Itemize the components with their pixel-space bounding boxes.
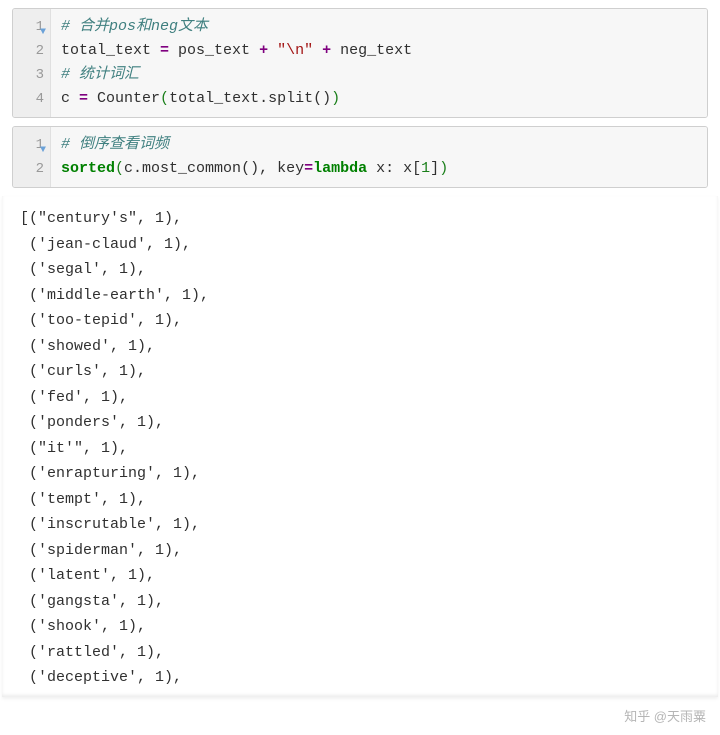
code-area: 1▼ 2 3 4 # 合并pos和neg文本 total_text = pos_… [13,9,707,117]
line-number: 4 [19,87,44,111]
string: "\n" [268,42,322,59]
line-number: 1▼ [19,133,44,157]
operator: = [304,160,313,177]
builtin: sorted [61,160,115,177]
ln-text: 3 [36,67,44,83]
ln-text: 2 [36,43,44,59]
comment: # 倒序查看词频 [61,136,169,153]
watermark: 知乎 @天雨粟 [624,706,706,725]
gutter: 1▼ 2 [13,127,51,187]
paren: () [241,160,259,177]
code-cell-2[interactable]: 1▼ 2 # 倒序查看词频 sorted(c.most_common(), ke… [12,126,708,188]
operator: + [322,42,331,59]
output-area: [("century's", 1), ('jean-claud', 1), ('… [2,196,718,697]
code-text: total_text [61,42,160,59]
gutter: 1▼ 2 3 4 [13,9,51,117]
line-number: 3 [19,63,44,87]
operator: + [259,42,268,59]
operator: = [79,90,88,107]
code-text: c [61,90,79,107]
code-cell-1[interactable]: 1▼ 2 3 4 # 合并pos和neg文本 total_text = pos_… [12,8,708,118]
paren: () [313,90,331,107]
code-text: pos_text [169,42,259,59]
code-area: 1▼ 2 # 倒序查看词频 sorted(c.most_common(), ke… [13,127,707,187]
code-text: neg_text [331,42,412,59]
line-number: 1▼ [19,15,44,39]
code-editor[interactable]: # 倒序查看词频 sorted(c.most_common(), key=lam… [51,127,707,187]
number: 1 [421,160,430,177]
code-text: c.most_common [124,160,241,177]
keyword: lambda [313,160,367,177]
bracket: [ [412,160,421,177]
code-text: , key [259,160,304,177]
comment: # 合并pos和neg文本 [61,18,208,35]
bracket: ] [430,160,439,177]
code-text: x: x [367,160,412,177]
line-number: 2 [19,39,44,63]
code-text: total_text.split [169,90,313,107]
comment: # 统计词汇 [61,66,139,83]
ln-text: 4 [36,91,44,107]
ln-text: 2 [36,161,44,177]
operator: = [160,42,169,59]
paren: ( [115,160,124,177]
paren: ) [439,160,448,177]
paren: ( [160,90,169,107]
code-text: Counter [88,90,160,107]
code-editor[interactable]: # 合并pos和neg文本 total_text = pos_text + "\… [51,9,707,117]
line-number: 2 [19,157,44,181]
paren: ) [331,90,340,107]
